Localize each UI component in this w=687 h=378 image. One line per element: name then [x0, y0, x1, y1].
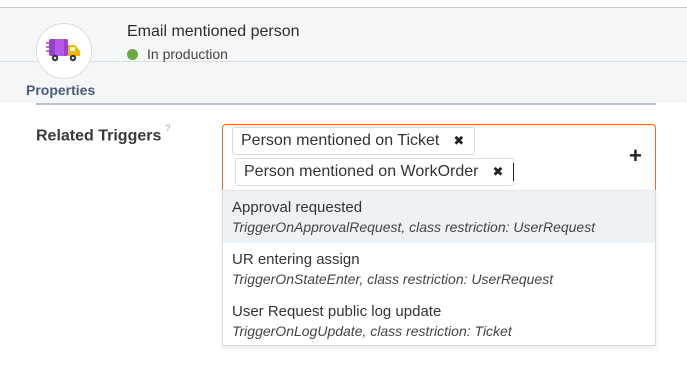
status-label: In production: [147, 46, 228, 62]
remove-chip-icon[interactable]: ✖: [492, 164, 503, 180]
section-divider: [36, 103, 656, 105]
option-name: User Request public log update: [232, 303, 442, 320]
dropdown-option[interactable]: User Request public log update TriggerOn…: [223, 295, 655, 347]
related-triggers-label: Related Triggers?: [36, 123, 170, 145]
option-meta: TriggerOnStateEnter, class restriction: …: [232, 271, 554, 287]
status-indicator: In production: [127, 46, 228, 62]
object-header: Email mentioned person In production Pro…: [0, 8, 687, 103]
option-name: Approval requested: [232, 199, 363, 216]
text-cursor[interactable]: [513, 163, 514, 181]
help-icon[interactable]: ?: [165, 123, 170, 133]
triggers-dropdown: Approval requested TriggerOnApprovalRequ…: [222, 190, 656, 346]
selected-chip: Person mentioned on Ticket ✖: [232, 127, 476, 155]
option-meta: TriggerOnApprovalRequest, class restrict…: [232, 219, 596, 235]
remove-chip-icon[interactable]: ✖: [453, 133, 464, 149]
option-meta: TriggerOnLogUpdate, class restriction: T…: [232, 323, 512, 339]
chip-label: Person mentioned on WorkOrder: [244, 163, 479, 180]
add-icon[interactable]: +: [629, 143, 642, 169]
object-icon-badge: [36, 23, 92, 79]
header-divider: [0, 61, 687, 62]
option-name: UR entering assign: [232, 251, 360, 268]
selected-chip: Person mentioned on WorkOrder ✖: [235, 158, 515, 186]
dropdown-option[interactable]: UR entering assign TriggerOnStateEnter, …: [223, 243, 655, 295]
chip-label: Person mentioned on Ticket: [241, 132, 440, 149]
dropdown-option[interactable]: Approval requested TriggerOnApprovalRequ…: [223, 191, 655, 243]
object-title: Email mentioned person: [127, 23, 300, 40]
field-label-text: Related Triggers: [36, 127, 162, 145]
truck-icon: [46, 39, 80, 62]
status-dot-icon: [127, 48, 138, 60]
tab-properties[interactable]: Properties: [26, 82, 95, 98]
related-triggers-select[interactable]: Person mentioned on Ticket ✖ Person ment…: [222, 124, 656, 190]
